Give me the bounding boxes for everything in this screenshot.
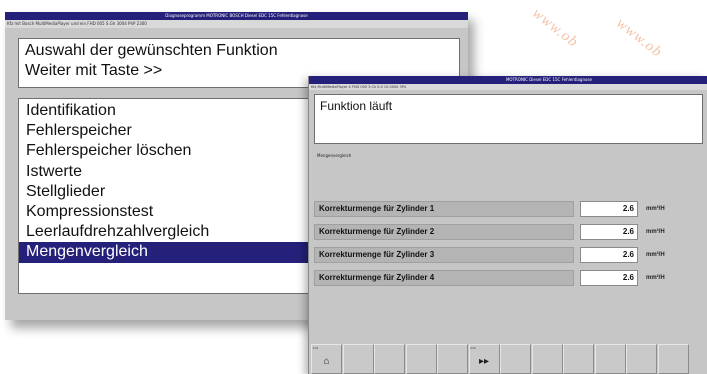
row-value: 2.6 <box>580 224 638 240</box>
vehicle-info-bar: Kfz MultiMediaPlayer 4 FHD 005 3.Ch S.0 … <box>309 84 707 90</box>
window-titlebar: MOTRONIC Diesel EDC 15C Fehlerdiagnose <box>309 76 707 84</box>
function-key-4[interactable] <box>405 344 437 374</box>
function-key-2[interactable] <box>342 344 374 374</box>
function-key-10[interactable] <box>594 344 626 374</box>
row-label: Korrekturmenge für Zylinder 3 <box>314 247 574 263</box>
correction-row: Korrekturmenge für Zylinder 4 2.6 mm³/H <box>314 270 703 286</box>
watermark-text: www.ob <box>613 15 666 61</box>
vehicle-info-bar: Kfz mit Bosch MultiMediaPlayer und ein F… <box>5 20 468 28</box>
window-titlebar: Diagnoseprogramm MOTRONIC BOSCH Diesel E… <box>5 12 468 20</box>
function-key-7[interactable] <box>500 344 531 374</box>
row-value: 2.6 <box>580 201 638 217</box>
fast-forward-icon: ▸▸ <box>478 356 490 367</box>
function-key-9[interactable] <box>563 344 594 374</box>
status-panel: Funktion läuft <box>314 94 703 144</box>
function-key-label: Fn1 <box>313 346 319 350</box>
row-unit: mm³/H <box>646 229 665 235</box>
row-label: Korrekturmenge für Zylinder 1 <box>314 201 574 217</box>
function-key-12[interactable] <box>657 344 689 374</box>
correction-row: Korrekturmenge für Zylinder 3 2.6 mm³/H <box>314 247 703 263</box>
watermark-text: www.ob <box>529 5 582 51</box>
section-label: Mengenvergleich <box>317 153 352 158</box>
correction-row: Korrekturmenge für Zylinder 2 2.6 mm³/H <box>314 224 703 240</box>
row-unit: mm³/H <box>646 275 665 281</box>
row-unit: mm³/H <box>646 252 665 258</box>
function-key-label: Fn6 <box>470 346 476 350</box>
quantity-comparison-window: MOTRONIC Diesel EDC 15C Fehlerdiagnose K… <box>308 76 707 374</box>
correction-row: Korrekturmenge für Zylinder 1 2.6 mm³/H <box>314 201 703 217</box>
row-value: 2.6 <box>580 247 638 263</box>
home-icon: ⌂ <box>323 356 330 367</box>
function-key-6[interactable]: Fn6 ▸▸ <box>468 344 500 374</box>
row-label: Korrekturmenge für Zylinder 2 <box>314 224 574 240</box>
function-key-bar: Fn1 ⌂ Fn6 ▸▸ <box>311 344 707 374</box>
function-key-8[interactable] <box>531 344 563 374</box>
row-unit: mm³/H <box>646 206 665 212</box>
row-label: Korrekturmenge für Zylinder 4 <box>314 270 574 286</box>
function-key-11[interactable] <box>626 344 657 374</box>
status-text: Funktion läuft <box>320 99 393 113</box>
function-key-5[interactable] <box>437 344 468 374</box>
instruction-line-1: Auswahl der gewünschten Funktion <box>25 42 278 59</box>
function-key-1[interactable]: Fn1 ⌂ <box>311 344 342 374</box>
row-value: 2.6 <box>580 270 638 286</box>
function-key-3[interactable] <box>374 344 405 374</box>
